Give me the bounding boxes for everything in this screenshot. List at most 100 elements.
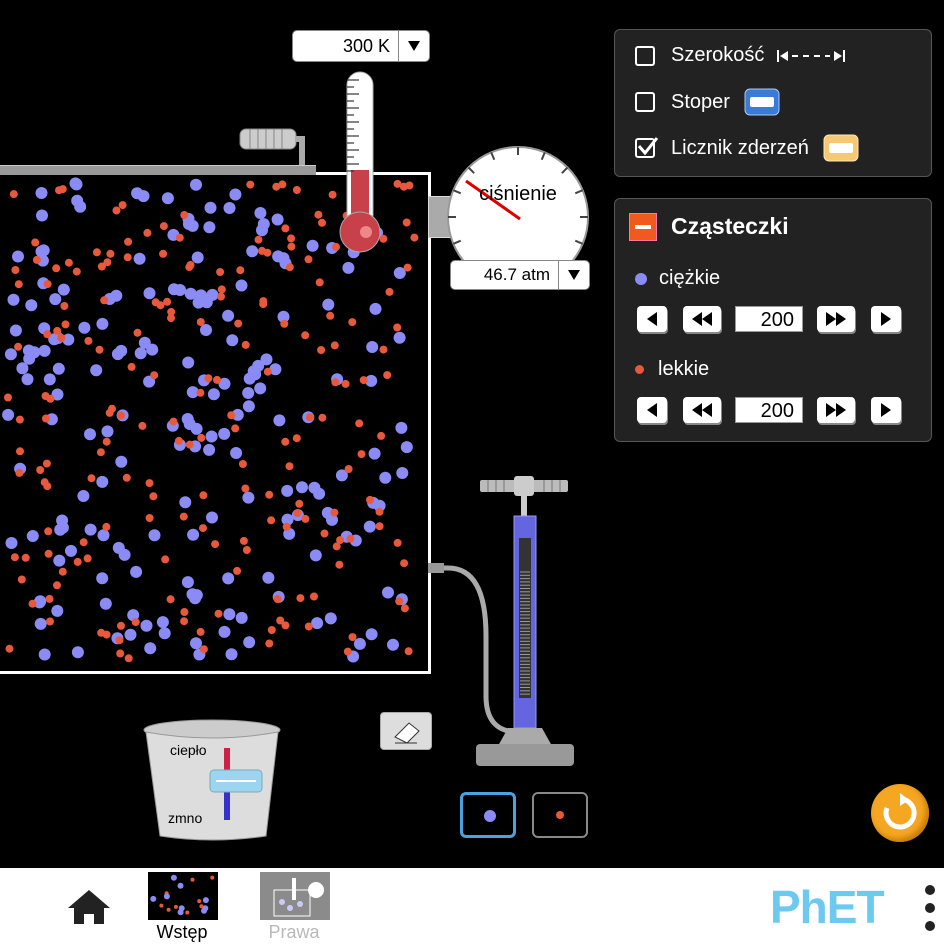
light-particle xyxy=(214,609,223,618)
stopwatch-icon xyxy=(744,88,780,116)
light-particle xyxy=(346,534,355,543)
heavy-particle xyxy=(38,344,51,357)
heavy-particle xyxy=(43,373,56,386)
light-decrement-button[interactable] xyxy=(637,397,667,423)
heavy-particle xyxy=(190,178,202,191)
temperature-readout[interactable]: 300 K xyxy=(292,30,430,62)
heavy-count-field[interactable]: 200 xyxy=(735,306,803,332)
pressure-units-dropdown[interactable] xyxy=(558,261,589,289)
heavy-particle xyxy=(225,648,238,661)
options-menu-icon[interactable] xyxy=(922,884,938,932)
light-particle xyxy=(348,633,357,642)
double-right-icon xyxy=(826,312,846,326)
lid-handle[interactable] xyxy=(236,125,316,169)
light-particle xyxy=(292,434,301,443)
heavy-particle xyxy=(368,447,381,460)
heavy-particle xyxy=(242,400,255,413)
light-particle xyxy=(15,415,24,424)
light-particle xyxy=(100,296,109,305)
simulation-area: 300 K ciśnienie 46.7 atm Szerokość Stope… xyxy=(0,0,944,868)
heater-cooler-bucket[interactable] xyxy=(140,718,284,844)
light-particle xyxy=(318,413,327,422)
heavy-particle xyxy=(143,287,156,300)
light-particle xyxy=(185,440,194,449)
light-particle xyxy=(331,378,340,387)
light-particle xyxy=(258,246,266,255)
light-label-row: lekkie xyxy=(635,358,709,381)
light-particle xyxy=(96,448,105,457)
light-particle xyxy=(278,180,287,189)
width-checkbox[interactable] xyxy=(635,45,655,66)
light-particle xyxy=(138,421,147,430)
heavy-particle xyxy=(369,302,382,315)
heavy-particle xyxy=(281,484,294,497)
screen-tab-laws[interactable]: Prawa xyxy=(258,870,330,944)
collision-counter-checkbox[interactable] xyxy=(635,137,659,158)
heavy-particle xyxy=(134,347,147,360)
pressure-readout[interactable]: 46.7 atm xyxy=(450,260,590,290)
heavy-particle xyxy=(144,642,157,655)
light-particle xyxy=(199,491,208,500)
bicycle-pump[interactable] xyxy=(426,476,586,772)
heavy-increment-button[interactable] xyxy=(871,306,901,332)
heavy-particle xyxy=(53,554,66,567)
heavy-decrement-fast-button[interactable] xyxy=(683,306,721,332)
collision-counter-checkbox-row[interactable]: Licznik zderzeń xyxy=(635,134,859,162)
reset-icon xyxy=(883,793,917,830)
pump-light-toggle[interactable] xyxy=(532,792,588,838)
heavy-increment-fast-button[interactable] xyxy=(817,306,855,332)
light-particle xyxy=(259,300,268,309)
screen-tab-intro[interactable]: Wstęp xyxy=(146,870,218,944)
light-particle xyxy=(145,514,154,522)
width-label: Szerokość xyxy=(671,44,765,66)
light-particle xyxy=(42,459,51,468)
light-particle xyxy=(280,319,289,328)
light-count-field[interactable]: 200 xyxy=(735,397,803,423)
particles-panel: Cząsteczki ciężkie 200 lekkie 200 xyxy=(614,198,932,442)
light-particle xyxy=(117,621,125,630)
heavy-particle xyxy=(192,296,205,309)
light-particle xyxy=(53,326,62,335)
heavy-particle xyxy=(365,628,378,641)
eraser-button[interactable] xyxy=(380,712,432,750)
light-decrement-fast-button[interactable] xyxy=(683,397,721,423)
pump-heavy-toggle[interactable] xyxy=(460,792,516,838)
light-particle xyxy=(273,595,282,603)
tools-panel: Szerokość Stoper Licznik zderzeń xyxy=(614,29,932,177)
light-increment-button[interactable] xyxy=(871,397,901,423)
temperature-units-dropdown[interactable] xyxy=(398,31,429,61)
phet-logo[interactable]: PhET xyxy=(770,880,885,934)
light-particle xyxy=(105,408,114,417)
width-checkbox-row[interactable]: Szerokość xyxy=(635,44,846,67)
light-particle xyxy=(159,249,168,258)
light-particle xyxy=(9,190,18,199)
light-particle xyxy=(403,263,412,272)
light-particle xyxy=(379,345,388,354)
light-particle xyxy=(287,234,296,243)
heavy-particle xyxy=(205,430,218,443)
light-increment-fast-button[interactable] xyxy=(817,397,855,423)
heavy-decrement-button[interactable] xyxy=(637,306,667,332)
light-particle xyxy=(11,266,20,274)
heavy-particle xyxy=(218,625,231,638)
collapse-button[interactable] xyxy=(629,213,657,241)
heavy-particle xyxy=(191,251,204,264)
light-particle xyxy=(16,447,24,456)
light-particle xyxy=(385,287,394,296)
heavy-particle xyxy=(306,239,319,252)
stopwatch-checkbox-row[interactable]: Stoper xyxy=(635,88,780,116)
light-particle xyxy=(150,371,159,380)
light-particle xyxy=(236,266,245,275)
heavy-particle xyxy=(96,475,109,488)
heavy-particle xyxy=(16,362,29,375)
heavy-particle xyxy=(308,481,321,494)
reset-all-button[interactable] xyxy=(871,784,929,842)
light-particle xyxy=(169,417,178,426)
heavy-label-row: ciężkie xyxy=(635,267,720,290)
heavy-particle xyxy=(101,425,114,438)
light-particle xyxy=(330,341,339,350)
stopwatch-checkbox[interactable] xyxy=(635,92,655,112)
heavy-particle xyxy=(223,608,236,621)
home-icon[interactable] xyxy=(66,888,112,926)
heavy-particle xyxy=(203,221,216,234)
